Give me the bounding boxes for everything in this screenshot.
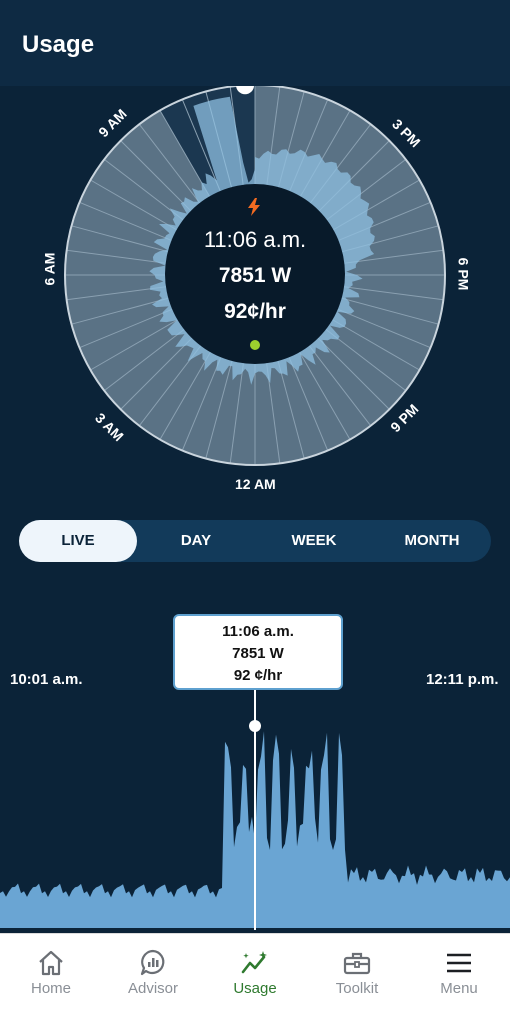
live-usage-chart[interactable] xyxy=(0,690,510,933)
tab-day[interactable]: DAY xyxy=(137,520,255,562)
chart-cursor-knob[interactable] xyxy=(249,720,261,732)
dial-current-watts: 7851 W xyxy=(218,264,292,287)
lightning-bolt-icon xyxy=(248,198,260,216)
hour-label-12am: 12 AM xyxy=(235,476,276,492)
tooltip-time: 11:06 a.m. xyxy=(222,623,294,640)
dial-current-time: 11:06 a.m. xyxy=(203,227,307,252)
period-tabs: LIVE DAY WEEK MONTH xyxy=(19,520,491,562)
tab-live[interactable]: LIVE xyxy=(19,520,137,562)
nav-menu[interactable]: Menu xyxy=(408,934,510,1021)
nav-usage[interactable]: Usage xyxy=(204,934,306,1021)
advisor-chat-icon xyxy=(140,949,165,976)
toolbox-icon xyxy=(343,952,371,975)
hour-label-6pm: 6 PM xyxy=(455,257,472,291)
tab-week[interactable]: WEEK xyxy=(255,520,373,562)
nav-toolkit[interactable]: Toolkit xyxy=(306,934,408,1021)
bottom-nav: Home Advisor Usage Toolkit Menu xyxy=(0,933,510,1021)
dial-current-rate: 92¢/hr xyxy=(224,300,286,323)
nav-advisor[interactable]: Advisor xyxy=(102,934,204,1021)
tooltip-watts: 7851 W xyxy=(232,645,284,662)
status-dot xyxy=(250,340,260,350)
header: Usage xyxy=(0,0,510,86)
chart-end-time: 12:11 p.m. xyxy=(426,671,499,688)
usage-sparkline-icon xyxy=(241,951,267,974)
home-icon xyxy=(39,950,63,976)
page-title: Usage xyxy=(22,31,95,58)
hour-label-6am: 6 AM xyxy=(41,252,58,286)
nav-usage-label: Usage xyxy=(233,980,277,997)
nav-toolkit-label: Toolkit xyxy=(335,980,379,997)
nav-home-label: Home xyxy=(30,980,71,997)
nav-menu-label: Menu xyxy=(440,980,478,997)
tab-month[interactable]: MONTH xyxy=(373,520,491,562)
hamburger-menu-icon xyxy=(447,953,471,973)
nav-advisor-label: Advisor xyxy=(127,980,179,997)
nav-home[interactable]: Home xyxy=(0,934,102,1021)
tooltip-rate: 92 ¢/hr xyxy=(233,667,283,684)
chart-start-time: 10:01 a.m. xyxy=(10,671,83,688)
usage-tooltip: 11:06 a.m. 7851 W 92 ¢/hr xyxy=(173,614,343,690)
